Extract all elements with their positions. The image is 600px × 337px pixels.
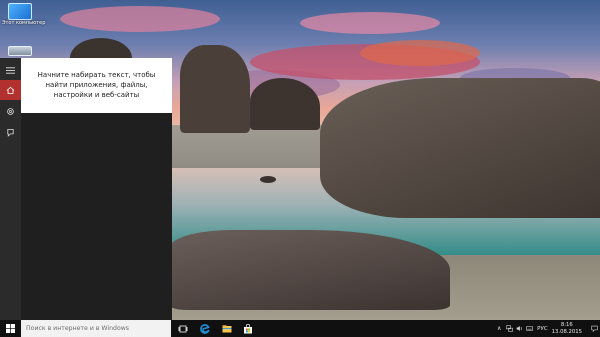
store-icon xyxy=(244,323,252,333)
cloud xyxy=(360,40,480,66)
speaker-icon xyxy=(516,326,522,331)
feedback-button[interactable] xyxy=(0,122,21,142)
settings-icon xyxy=(7,107,14,115)
settings-button[interactable] xyxy=(0,101,21,121)
edge-icon xyxy=(200,323,210,334)
volume-button[interactable] xyxy=(514,320,524,337)
taskbar: ∧ РУС 8:16 13.08.2015 xyxy=(0,320,600,337)
hamburger-icon xyxy=(6,66,15,74)
desktop-icon-this-pc[interactable]: Этот компьютер xyxy=(2,3,46,26)
store-button[interactable] xyxy=(238,320,258,337)
notification-icon xyxy=(590,325,598,332)
network-button[interactable] xyxy=(504,320,514,337)
cloud xyxy=(300,12,440,34)
feedback-icon xyxy=(7,128,14,137)
rock xyxy=(260,176,276,183)
chevron-up-icon: ∧ xyxy=(496,325,502,332)
search-hint-text: Начните набирать текст, чтобы найти прил… xyxy=(37,71,156,99)
cortana-search-panel: Начните набирать текст, чтобы найти прил… xyxy=(0,58,172,320)
desktop-icon-recycle-bin[interactable] xyxy=(2,46,38,56)
clock[interactable]: 8:16 13.08.2015 xyxy=(552,322,582,335)
action-center-button[interactable] xyxy=(588,320,600,337)
network-icon xyxy=(505,325,513,332)
rock xyxy=(170,230,450,310)
home-button[interactable] xyxy=(0,80,21,100)
search-hint-card: Начните набирать текст, чтобы найти прил… xyxy=(21,58,172,113)
clock-date: 13.08.2015 xyxy=(551,328,582,335)
file-explorer-icon xyxy=(222,324,232,332)
cloud xyxy=(60,6,220,32)
ime-button[interactable] xyxy=(524,320,534,337)
taskbar-search-input[interactable] xyxy=(21,320,171,337)
start-button[interactable] xyxy=(0,320,21,337)
panel-rail xyxy=(0,58,21,320)
rock xyxy=(180,45,250,133)
task-view-button[interactable] xyxy=(173,320,193,337)
rock xyxy=(320,78,600,218)
windows-logo-icon xyxy=(6,324,15,333)
system-tray: ∧ РУС 8:16 13.08.2015 xyxy=(494,320,600,337)
desktop-icon-label: Этот компьютер xyxy=(2,20,46,26)
hamburger-menu-button[interactable] xyxy=(0,60,21,80)
computer-icon xyxy=(8,3,32,20)
file-explorer-button[interactable] xyxy=(217,320,237,337)
home-icon xyxy=(6,86,15,94)
recycle-bin-icon xyxy=(8,46,32,56)
keyboard-icon xyxy=(525,326,533,331)
show-hidden-icons-button[interactable]: ∧ xyxy=(494,320,504,337)
task-view-icon xyxy=(178,325,188,332)
edge-button[interactable] xyxy=(195,320,215,337)
input-language-indicator[interactable]: РУС xyxy=(537,326,548,332)
